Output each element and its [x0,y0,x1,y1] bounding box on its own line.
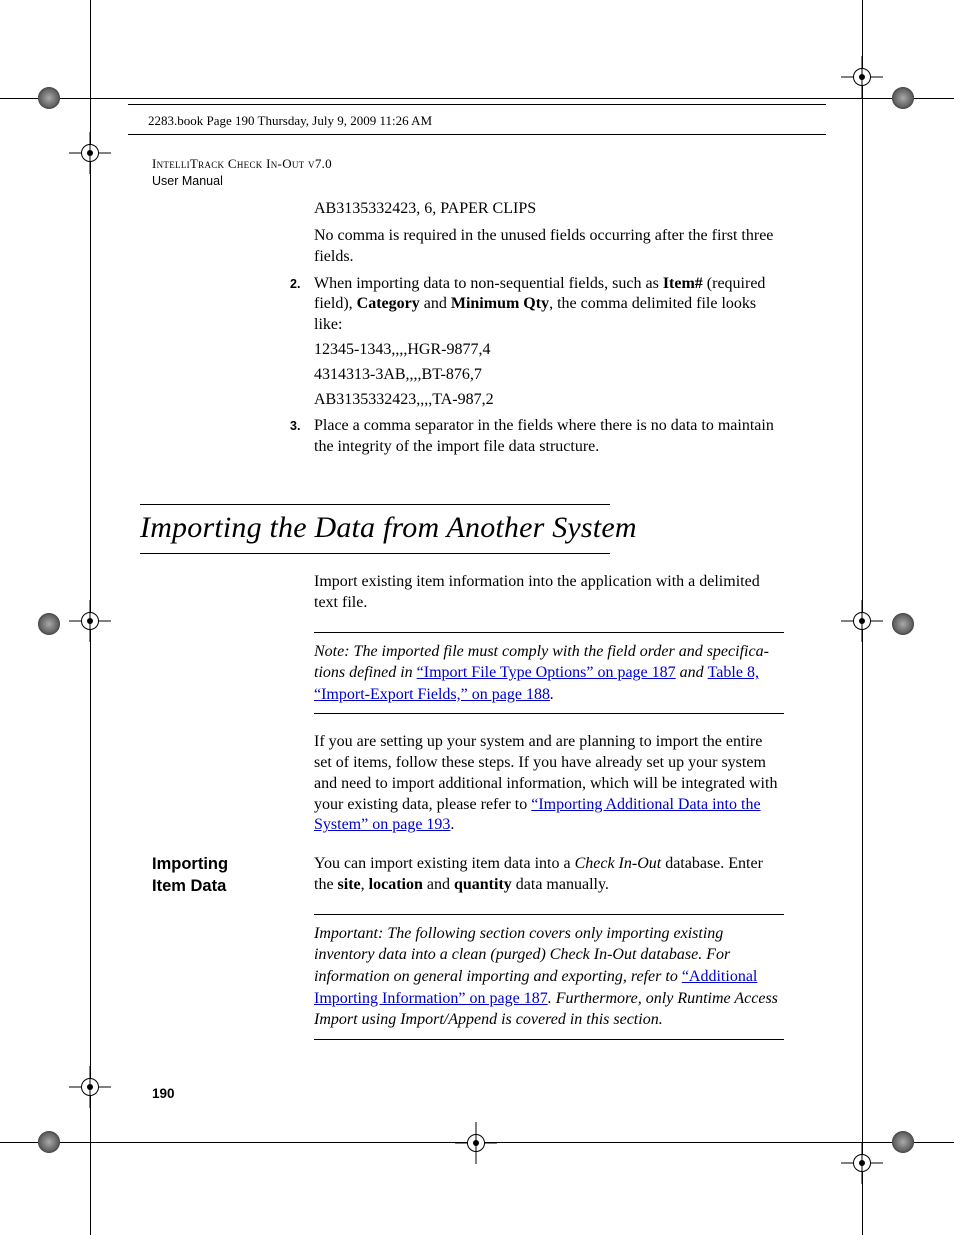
body-text: If you are setting up your system and ar… [314,732,784,836]
cross-ref-link[interactable]: “Import File Type Options” on page 187 [417,664,676,681]
registration-target [69,132,111,174]
page-number: 190 [152,1086,840,1101]
section-heading: Importing the Data from Another System [140,504,680,554]
important-block: Important: The following section covers … [314,914,784,1040]
running-head-title: IntelliTrack Check In-Out v7.0 [152,156,840,173]
registration-sphere [38,87,60,109]
margin-heading: Importing Item Data [152,854,302,897]
important-label: Important: [314,925,387,942]
note-label: Note: [314,643,354,660]
note-block: Note: The imported file must comply with… [314,632,784,715]
registration-sphere [892,613,914,635]
list-number: 2. [290,276,300,292]
section-title-text: Importing the Data from Another System [140,511,680,545]
registration-target [841,1142,883,1184]
registration-target [69,1066,111,1108]
list-item-text: When importing data to non-sequential fi… [314,274,784,336]
registration-target [841,600,883,642]
code-line: 12345-1343,,,,HGR-9877,4 [314,340,784,361]
body-text: You can import existing item data into a… [314,854,784,896]
registration-target [455,1122,497,1164]
registration-sphere [892,87,914,109]
running-head-subtitle: User Manual [152,173,840,189]
crop-line-top [0,98,954,99]
code-line: 4314313-3AB,,,,BT-876,7 [314,365,784,386]
running-head: IntelliTrack Check In-Out v7.0 User Manu… [152,156,840,189]
registration-target [841,56,883,98]
list-number: 3. [290,418,300,434]
registration-target [69,600,111,642]
body-text: Import existing item information into th… [314,572,784,614]
code-line: AB3135332423,,,,TA-987,2 [314,390,784,411]
body-text: No comma is required in the unused field… [314,226,784,268]
registration-sphere [38,1131,60,1153]
registration-sphere [38,613,60,635]
list-item-text: Place a comma separator in the fields wh… [314,416,784,458]
registration-sphere [892,1131,914,1153]
body-text: AB3135332423, 6, PAPER CLIPS [314,199,784,220]
